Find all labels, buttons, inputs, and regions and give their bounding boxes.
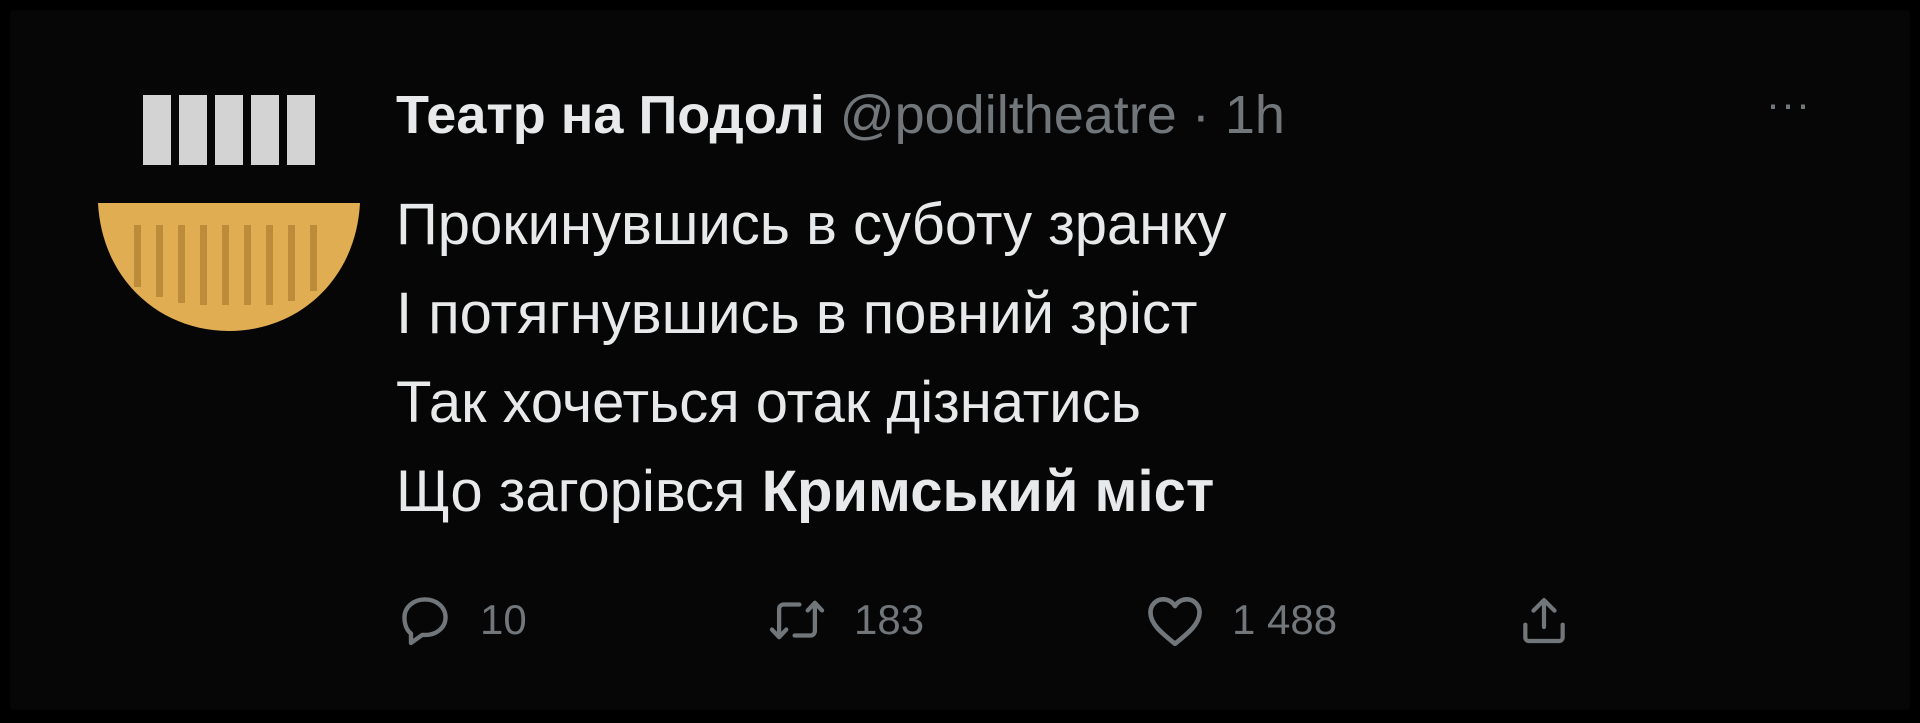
tweet-line-4: Що загорівся Кримський міст [396,447,1226,536]
tweet-timestamp[interactable]: 1h [1225,85,1285,145]
reply-count: 10 [480,596,527,643]
podil-theatre-avatar[interactable] [98,95,360,335]
tweet-card[interactable]: Театр на Подолі @podiltheatre · 1h ··· П… [10,10,1910,710]
share-upload-icon [1523,598,1565,644]
like-button[interactable]: 1 488 [1144,588,1337,652]
separator-dot: · [1191,85,1210,145]
reply-button[interactable]: 10 [396,588,527,652]
heart-icon [1148,597,1202,647]
like-count: 1 488 [1232,596,1338,643]
tweet-text: Прокинувшись в суботу зранку І потягнувш… [396,180,1226,536]
author-handle[interactable]: @podiltheatre [840,85,1177,145]
retweet-button[interactable]: 183 [766,588,924,652]
reply-bubble-icon [402,597,448,646]
tweet-line-4-plain: Що загорівся [396,459,762,524]
share-button[interactable] [1516,588,1572,652]
retweet-count: 183 [854,596,925,643]
more-options-icon[interactable]: ··· [1766,80,1811,128]
author-name[interactable]: Театр на Подолі [396,85,825,145]
tweet-line-1: Прокинувшись в суботу зранку [396,192,1227,257]
tweet-header: Театр на Подолі @podiltheatre · 1h [396,84,1285,146]
action-bar: 10 183 1 488 [396,588,1696,652]
tweet-line-2: І потягнувшись в повний зріст [396,281,1198,346]
tweet-line-3: Так хочеться отак дізнатись [396,370,1141,435]
tweet-line-4-bold: Кримський міст [761,459,1215,524]
retweet-arrows-icon [769,600,825,640]
